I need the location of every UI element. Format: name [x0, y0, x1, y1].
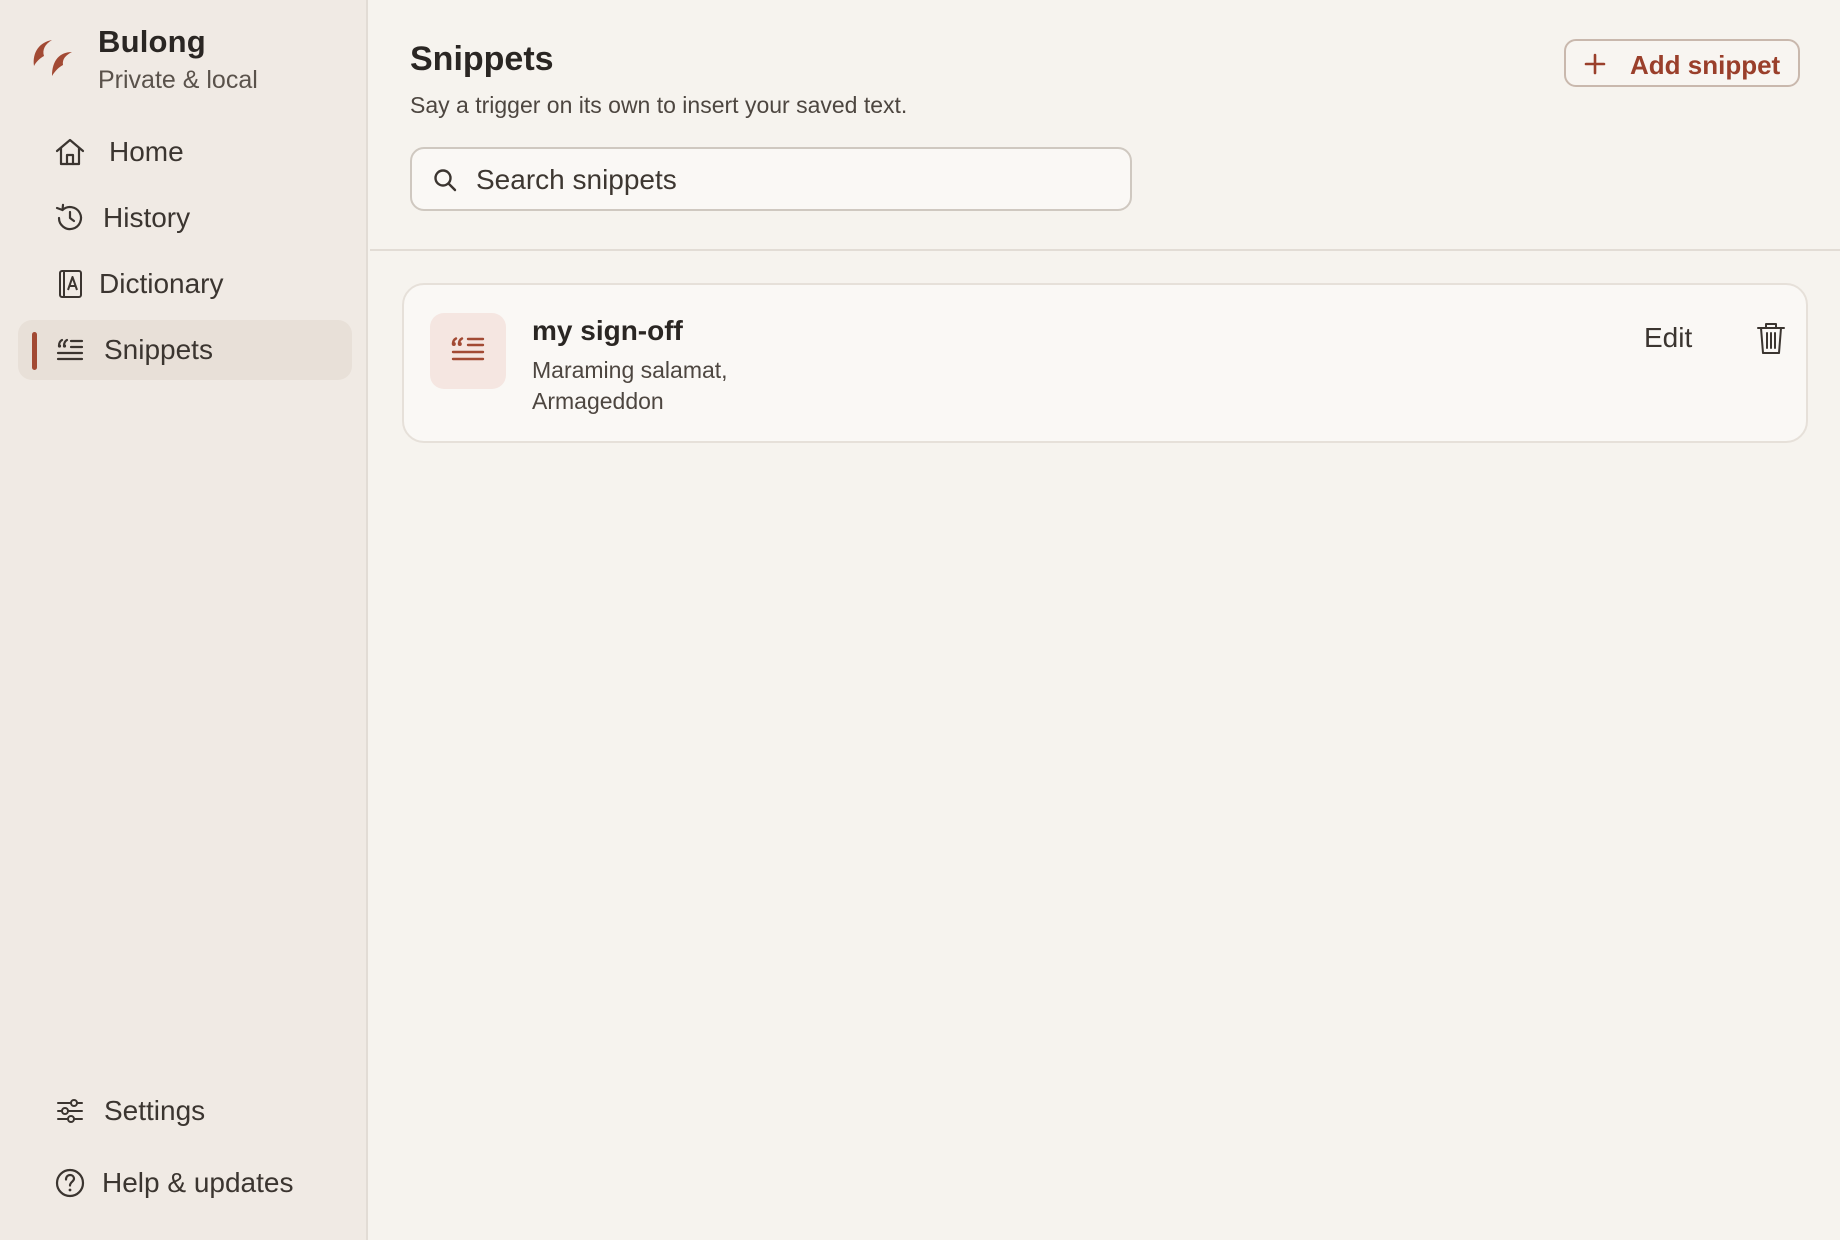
sidebar-item-snippets[interactable]: Snippets — [18, 320, 352, 380]
plus-icon — [1584, 53, 1606, 75]
snippet-trigger: my sign-off — [532, 315, 683, 346]
add-snippet-button[interactable]: Add snippet — [1564, 39, 1800, 87]
sidebar-item-label: Dictionary — [99, 268, 224, 299]
sidebar-item-label: Help & updates — [102, 1167, 294, 1198]
sidebar-item-history[interactable]: History — [18, 188, 352, 248]
trash-icon[interactable] — [1756, 321, 1786, 355]
app-name: Bulong — [98, 24, 206, 59]
history-icon — [55, 203, 83, 231]
bulong-logo-icon — [33, 40, 72, 76]
main-content: Snippets Say a trigger on its own to ins… — [370, 0, 1840, 1240]
sidebar-item-label: History — [103, 202, 191, 233]
edit-snippet-button[interactable]: Edit — [1644, 322, 1692, 354]
home-icon — [55, 138, 85, 166]
sliders-icon — [57, 1099, 83, 1123]
sidebar-item-dictionary[interactable]: Dictionary — [18, 254, 352, 314]
snippet-card: my sign-off Maraming salamat, Armageddon… — [402, 283, 1808, 443]
page-description: Say a trigger on its own to insert your … — [410, 92, 908, 118]
quote-lines-icon — [451, 337, 485, 361]
app-tagline: Private & local — [98, 66, 258, 94]
sidebar-item-label: Home — [109, 136, 184, 167]
sidebar-item-help[interactable]: Help & updates — [18, 1153, 352, 1213]
add-snippet-label: Add snippet — [1630, 50, 1781, 80]
snippet-icon-badge — [430, 313, 506, 389]
page-title: Snippets — [410, 40, 554, 78]
search-box[interactable] — [410, 147, 1132, 211]
snippets-icon — [56, 338, 84, 361]
sidebar: Bulong Private & local Home History Dict… — [0, 0, 368, 1240]
snippet-expansion: Maraming salamat, Armageddon — [532, 357, 728, 414]
sidebar-item-label: Settings — [104, 1095, 206, 1126]
brand: Bulong Private & local — [30, 24, 350, 94]
search-icon — [434, 169, 457, 192]
sidebar-item-label: Snippets — [104, 334, 213, 365]
sidebar-item-settings[interactable]: Settings — [18, 1081, 352, 1141]
sidebar-item-home[interactable]: Home — [18, 122, 352, 182]
header-divider — [370, 249, 1840, 251]
search-input[interactable] — [474, 157, 1118, 203]
help-icon — [55, 1168, 85, 1198]
dictionary-icon — [59, 270, 82, 298]
active-indicator — [32, 332, 37, 370]
